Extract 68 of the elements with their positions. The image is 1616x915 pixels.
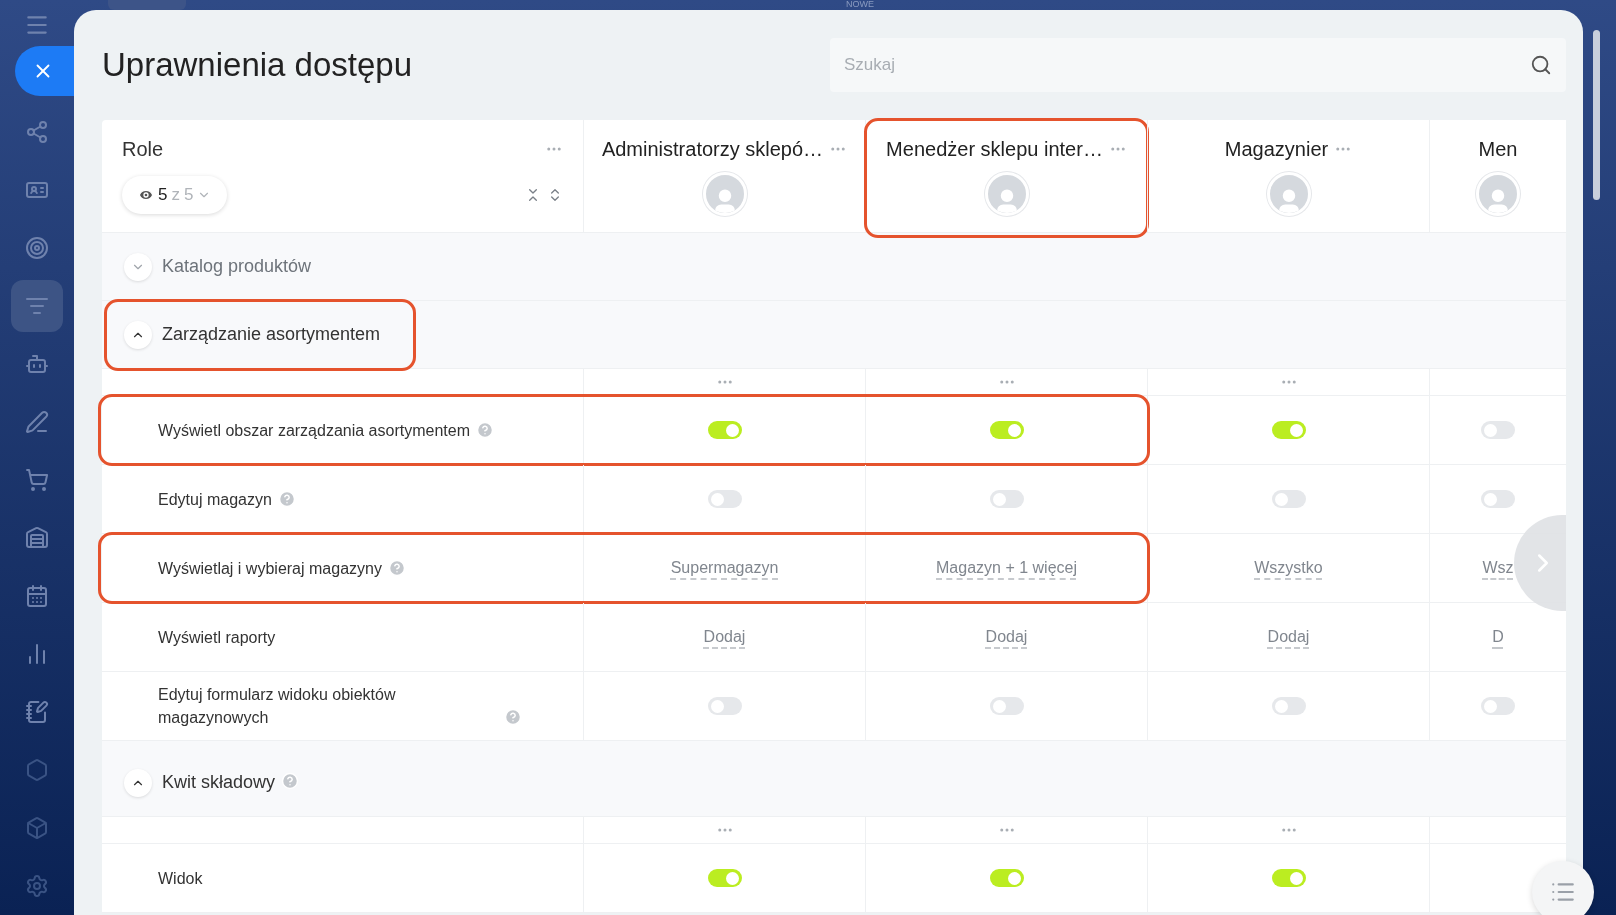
top-label: NOWE: [846, 0, 874, 9]
role-name: Menedżer sklepu inter…: [886, 137, 1103, 162]
help-icon[interactable]: [504, 708, 522, 726]
toggle-switch[interactable]: [1271, 697, 1306, 715]
help-icon[interactable]: [475, 420, 494, 439]
toggle-switch[interactable]: [707, 490, 742, 508]
help-icon[interactable]: [281, 772, 300, 790]
avatar: [984, 172, 1029, 216]
calendar-icon[interactable]: [25, 584, 49, 608]
avatar: [702, 172, 747, 216]
list-menu-button[interactable]: [1532, 861, 1594, 915]
cube-icon[interactable]: [25, 816, 49, 840]
permission-label: Wyświetl obszar zarządzania asortymentem: [158, 420, 470, 441]
permission-label: Wyświetlaj i wybieraj magazyny: [158, 558, 382, 579]
toggle-switch[interactable]: [989, 697, 1024, 715]
value-link[interactable]: Dodaj: [1267, 625, 1310, 649]
toggle-switch[interactable]: [1271, 490, 1306, 508]
filter-pill[interactable]: 5 z 5: [122, 176, 228, 214]
page-title: Uprawnienia dostępu: [102, 45, 414, 86]
toggle-switch[interactable]: [1481, 490, 1515, 508]
permission-label: Edytuj formularz widoku obiektów magazynowych: [158, 685, 397, 728]
document-edit-icon[interactable]: [25, 700, 49, 724]
role-name: Men: [1478, 137, 1518, 162]
close-button[interactable]: [15, 46, 74, 96]
section-title[interactable]: Zarządzanie asortymentem: [162, 321, 381, 348]
toggle-switch[interactable]: [1271, 869, 1306, 887]
roles-label: Role: [122, 137, 164, 162]
role-name: Magazynier: [1224, 137, 1329, 162]
search-field[interactable]: Szukaj: [830, 38, 1566, 92]
value-link[interactable]: D: [1492, 625, 1504, 649]
section-title[interactable]: Katalog produktów: [162, 253, 312, 280]
toggle-switch[interactable]: [1481, 421, 1515, 439]
warehouse-icon[interactable]: [25, 526, 49, 550]
cart-icon[interactable]: [25, 468, 49, 492]
avatar: [1266, 172, 1311, 216]
toggle-switch[interactable]: [1481, 697, 1515, 715]
section-title[interactable]: Kwit składowy: [162, 769, 276, 796]
permission-label: Wyświetl raporty: [158, 627, 276, 648]
pen-icon[interactable]: [25, 410, 49, 434]
permission-label: Widok: [158, 868, 203, 889]
value-link[interactable]: Wsz: [1482, 556, 1514, 580]
nodes-icon[interactable]: [25, 120, 49, 144]
toggle-switch[interactable]: [989, 421, 1024, 439]
chevron-button[interactable]: [124, 252, 152, 281]
hexagon-icon[interactable]: [25, 758, 49, 782]
permission-label: Edytuj magazyn: [158, 489, 272, 510]
value-link[interactable]: Supermagazyn: [670, 556, 779, 580]
value-link[interactable]: Magazyn + 1 więcej: [936, 556, 1077, 580]
chevron-button[interactable]: [124, 768, 152, 797]
role-name: Administratorzy sklepó…: [601, 137, 824, 162]
help-icon[interactable]: [387, 558, 406, 577]
toggle-switch[interactable]: [1271, 421, 1306, 439]
avatar: [1476, 172, 1520, 216]
scrollbar-thumb[interactable]: [1593, 30, 1600, 200]
search-icon[interactable]: [1530, 54, 1552, 76]
toggle-switch[interactable]: [707, 697, 742, 715]
target-icon[interactable]: [25, 236, 49, 260]
help-icon[interactable]: [277, 489, 296, 508]
settings-icon[interactable]: [25, 874, 49, 898]
toggle-switch[interactable]: [989, 490, 1024, 508]
value-link[interactable]: Dodaj: [703, 625, 746, 649]
toggle-switch[interactable]: [989, 869, 1024, 887]
robot-icon[interactable]: [25, 352, 49, 376]
value-link[interactable]: Wszystko: [1254, 556, 1323, 580]
value-link[interactable]: Dodaj: [985, 625, 1028, 649]
toggle-switch[interactable]: [707, 421, 742, 439]
toggle-switch[interactable]: [707, 869, 742, 887]
chevron-button[interactable]: [124, 320, 152, 349]
